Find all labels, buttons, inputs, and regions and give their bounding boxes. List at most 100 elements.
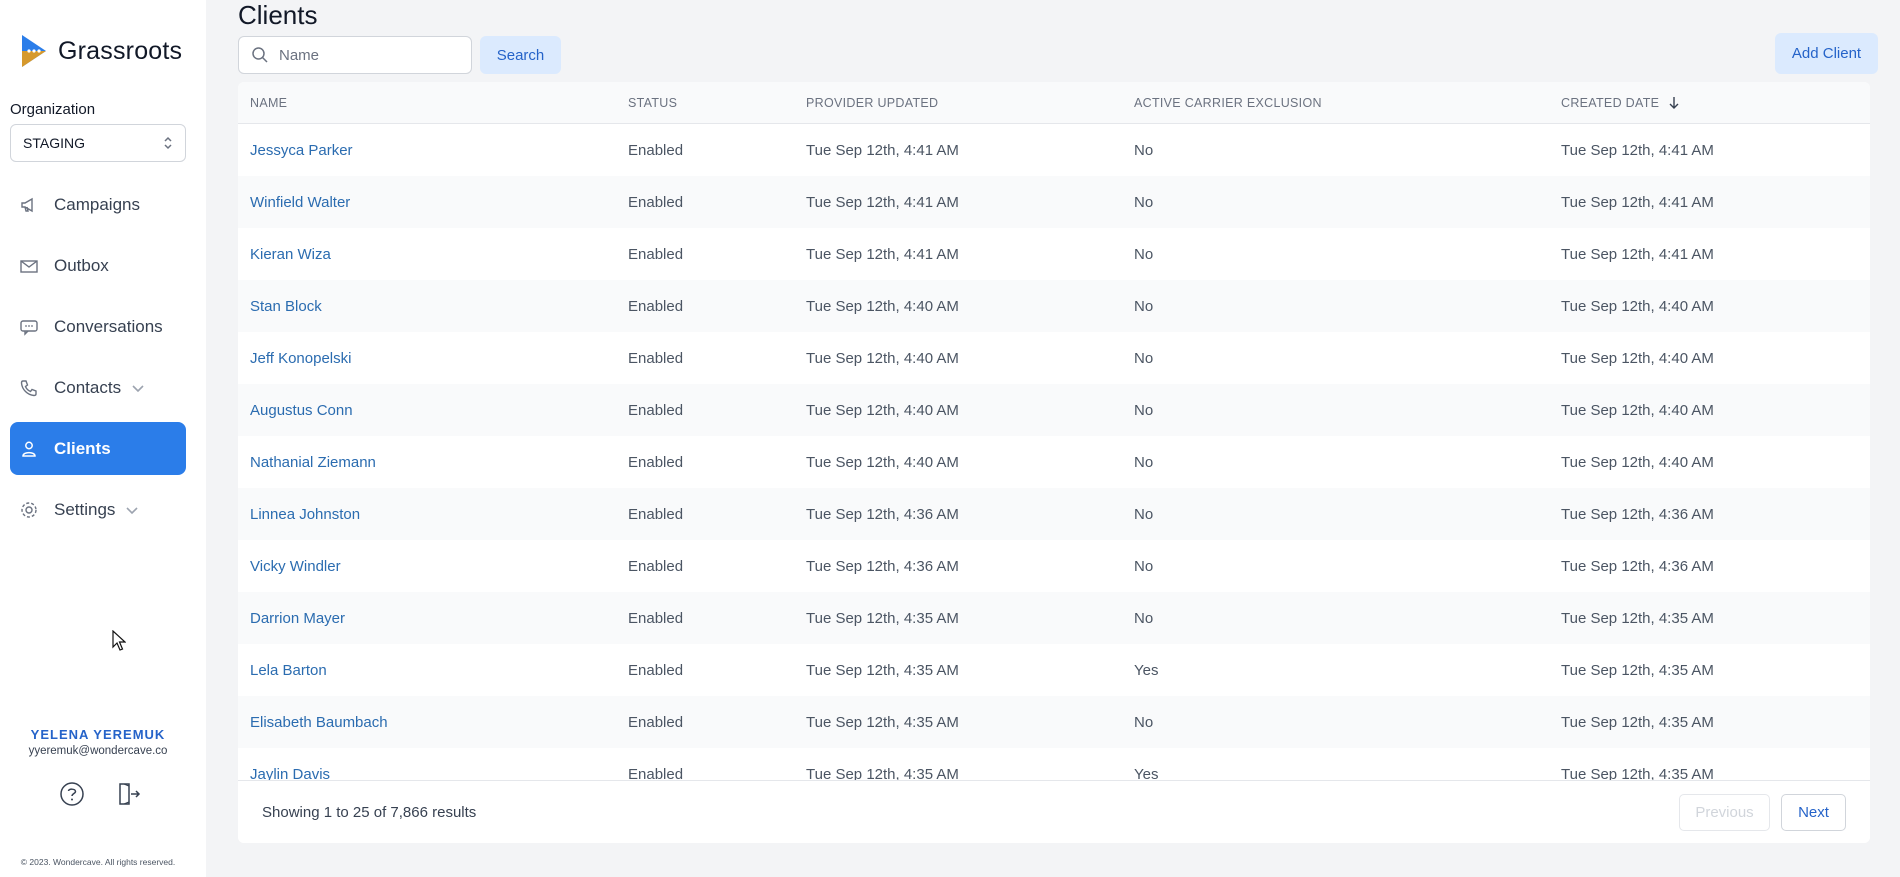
created-date-cell: Tue Sep 12th, 4:35 AM — [1561, 609, 1714, 627]
table-row: Jeff Konopelski Enabled Tue Sep 12th, 4:40… — [238, 332, 1870, 384]
column-header-name[interactable]: NAME — [238, 96, 616, 110]
created-date-cell: Tue Sep 12th, 4:35 AM — [1561, 661, 1714, 679]
chevron-down-icon[interactable] — [125, 503, 139, 517]
name-cell[interactable]: Darrion Mayer — [238, 610, 616, 627]
status-cell: Enabled — [628, 245, 684, 263]
help-icon[interactable] — [59, 781, 85, 807]
phone-icon — [19, 378, 39, 398]
name-cell[interactable]: Lela Barton — [238, 662, 616, 679]
brand-name: Grassroots — [58, 36, 183, 65]
pagination: Showing 1 to 25 of 7,866 results Previou… — [238, 780, 1870, 843]
created-date-cell: Tue Sep 12th, 4:40 AM — [1561, 349, 1714, 367]
provider-updated-cell: Tue Sep 12th, 4:35 AM — [806, 765, 959, 781]
created-date-cell: Tue Sep 12th, 4:41 AM — [1561, 193, 1714, 211]
arrow-down-icon — [1669, 96, 1679, 109]
status-cell: Enabled — [628, 297, 684, 315]
clients-table: NAME STATUS PROVIDER UPDATED ACTIVE CARR… — [238, 82, 1870, 843]
carrier-exclusion-cell: No — [1134, 453, 1154, 471]
column-header-active-carrier-exclusion[interactable]: ACTIVE CARRIER EXCLUSION — [1122, 96, 1549, 110]
status-cell: Enabled — [628, 193, 684, 211]
search-button[interactable]: Search — [480, 36, 561, 74]
column-header-provider-updated[interactable]: PROVIDER UPDATED — [794, 96, 1122, 110]
organization-select[interactable]: STAGING — [10, 124, 186, 162]
name-cell[interactable]: Jessyca Parker — [238, 142, 616, 159]
column-header-status[interactable]: STATUS — [616, 96, 794, 110]
sidebar-item-label: Campaigns — [54, 194, 140, 214]
created-date-cell: Tue Sep 12th, 4:40 AM — [1561, 453, 1714, 471]
name-cell[interactable]: Linnea Johnston — [238, 506, 616, 523]
add-client-button[interactable]: Add Client — [1775, 33, 1878, 74]
provider-updated-cell: Tue Sep 12th, 4:35 AM — [806, 713, 959, 731]
name-cell[interactable]: Stan Block — [238, 298, 616, 315]
sidebar-item-settings[interactable]: Settings — [10, 483, 186, 536]
provider-updated-cell: Tue Sep 12th, 4:40 AM — [806, 453, 959, 471]
name-cell[interactable]: Elisabeth Baumbach — [238, 714, 616, 731]
sidebar-item-label: Contacts — [54, 377, 122, 397]
provider-updated-cell: Tue Sep 12th, 4:36 AM — [806, 557, 959, 575]
created-date-cell: Tue Sep 12th, 4:40 AM — [1561, 401, 1714, 419]
table-row: Kieran Wiza Enabled Tue Sep 12th, 4:41 AM N… — [238, 228, 1870, 280]
status-cell: Enabled — [628, 609, 684, 627]
carrier-exclusion-cell: Yes — [1134, 661, 1159, 679]
grassroots-logo-icon — [22, 35, 46, 67]
sidebar-item-conversations[interactable]: Conversations — [10, 300, 186, 353]
created-date-cell: Tue Sep 12th, 4:36 AM — [1561, 505, 1714, 523]
copyright-text: © 2023. Wondercave. All rights reserved. — [20, 857, 176, 867]
next-button[interactable]: Next — [1781, 793, 1846, 831]
sidebar-item-outbox[interactable]: Outbox — [10, 239, 186, 292]
provider-updated-cell: Tue Sep 12th, 4:40 AM — [806, 349, 959, 367]
sidebar-item-contacts[interactable]: Contacts — [10, 361, 186, 414]
carrier-exclusion-cell: No — [1134, 713, 1154, 731]
user-icon — [19, 439, 39, 459]
name-cell[interactable]: Augustus Conn — [238, 402, 616, 419]
table-row: Winfield Walter Enabled Tue Sep 12th, 4:41… — [238, 176, 1870, 228]
table-row: Jessyca Parker Enabled Tue Sep 12th, 4:41 … — [238, 124, 1870, 176]
mouse-cursor-icon — [112, 630, 126, 651]
table-row: Linnea Johnston Enabled Tue Sep 12th, 4:36… — [238, 488, 1870, 540]
name-cell[interactable]: Jaylin Davis — [238, 766, 616, 781]
status-cell: Enabled — [628, 557, 684, 575]
created-date-cell: Tue Sep 12th, 4:40 AM — [1561, 297, 1714, 315]
created-date-cell: Tue Sep 12th, 4:41 AM — [1561, 141, 1714, 159]
provider-updated-cell: Tue Sep 12th, 4:36 AM — [806, 505, 959, 523]
name-cell[interactable]: Jeff Konopelski — [238, 350, 616, 367]
logout-icon[interactable] — [115, 781, 141, 807]
provider-updated-cell: Tue Sep 12th, 4:41 AM — [806, 245, 959, 263]
table-row: Stan Block Enabled Tue Sep 12th, 4:40 AM No… — [238, 280, 1870, 332]
brand[interactable]: Grassroots — [18, 33, 182, 69]
column-header-created-date[interactable]: CREATED DATE — [1549, 96, 1870, 110]
chevron-up-down-icon — [164, 136, 172, 150]
table-row: Elisabeth Baumbach Enabled Tue Sep 12th, 4… — [238, 696, 1870, 748]
table-row: Augustus Conn Enabled Tue Sep 12th, 4:40 A… — [238, 384, 1870, 436]
provider-updated-cell: Tue Sep 12th, 4:35 AM — [806, 661, 959, 679]
name-cell[interactable]: Vicky Windler — [238, 558, 616, 575]
sidebar-item-campaigns[interactable]: Campaigns — [10, 178, 186, 231]
previous-button[interactable]: Previous — [1679, 793, 1770, 831]
table-row: Nathanial Ziemann Enabled Tue Sep 12th, 4:… — [238, 436, 1870, 488]
name-cell[interactable]: Nathanial Ziemann — [238, 454, 616, 471]
organization-value: STAGING — [23, 135, 85, 151]
search-input[interactable] — [279, 46, 459, 64]
results-count: Showing 1 to 25 of 7,866 results — [262, 803, 477, 821]
search-field[interactable] — [238, 36, 472, 74]
carrier-exclusion-cell: No — [1134, 505, 1154, 523]
table-row: Lela Barton Enabled Tue Sep 12th, 4:35 AM Y… — [238, 644, 1870, 696]
chevron-down-icon[interactable] — [131, 381, 145, 395]
table-row: Vicky Windler Enabled Tue Sep 12th, 4:36 A… — [238, 540, 1870, 592]
chat-icon — [19, 317, 39, 337]
name-cell[interactable]: Winfield Walter — [238, 194, 616, 211]
created-date-cell: Tue Sep 12th, 4:35 AM — [1561, 765, 1714, 781]
carrier-exclusion-cell: Yes — [1134, 765, 1159, 781]
provider-updated-cell: Tue Sep 12th, 4:41 AM — [806, 141, 959, 159]
created-date-cell: Tue Sep 12th, 4:35 AM — [1561, 713, 1714, 731]
name-cell[interactable]: Kieran Wiza — [238, 246, 616, 263]
status-cell: Enabled — [628, 453, 684, 471]
page-title: Clients — [238, 0, 318, 30]
sidebar-item-label: Outbox — [54, 255, 109, 275]
sidebar-item-clients[interactable]: Clients — [10, 422, 186, 475]
status-cell: Enabled — [628, 349, 684, 367]
carrier-exclusion-cell: No — [1134, 297, 1154, 315]
sidebar-item-label: Conversations — [54, 316, 163, 336]
gear-icon — [19, 500, 39, 520]
carrier-exclusion-cell: No — [1134, 245, 1154, 263]
